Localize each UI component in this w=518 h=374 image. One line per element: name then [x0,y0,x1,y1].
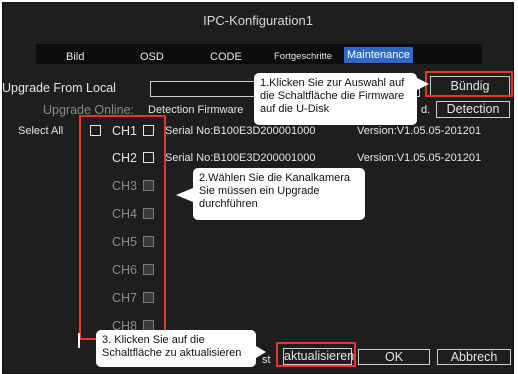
channel-checkbox-ch7[interactable] [143,292,154,303]
channel-label-ch5: CH5 [112,235,138,249]
channel-label-ch4: CH4 [112,207,138,221]
callout-step-2: 2.Wählen Sie die Kanalkamera Sie müssen … [193,168,365,220]
browse-button[interactable]: Bündig [430,76,510,97]
tab-fortgeschritte[interactable]: Fortgeschritte [274,49,332,65]
cancel-button[interactable]: Abbrech [437,349,511,365]
channel-serial-ch2: Serial No:B100E3D200001000 [165,152,316,164]
callout-step-3: 3. Klicken Sie auf die Schaltfläche zu a… [96,330,256,367]
tab-code[interactable]: CODE [210,49,242,65]
update-button[interactable]: aktualisieren [283,348,354,365]
channel-label-ch1: CH1 [112,124,138,138]
tab-bar [36,44,482,64]
callout-step-1: 1.Klicken Sie zur Auswahl auf die Schalt… [254,73,417,125]
select-all-checkbox[interactable] [90,125,101,136]
tab-osd[interactable]: OSD [140,49,164,65]
channel-label-ch7: CH7 [112,291,138,305]
detection-suffix-text: d. [421,104,431,116]
channel-checkbox-ch6[interactable] [143,264,154,275]
detection-firmware-text: Detection Firmware [148,104,244,116]
channel-label-ch6: CH6 [112,263,138,277]
tab-bild[interactable]: Bild [66,49,84,65]
upgrade-local-label: Upgrade From Local [2,81,116,95]
channel-checkbox-ch3[interactable] [143,180,154,191]
channel-checkbox-ch1[interactable] [143,125,154,136]
channel-label-ch3: CH3 [112,179,138,193]
callout-step-3-arrow [256,346,266,358]
callout-step-2-arrow [176,188,193,202]
tab-maintenance[interactable]: Maintenance [344,47,413,63]
channel-checkbox-ch4[interactable] [143,208,154,219]
channel-label-ch2: CH2 [112,151,138,165]
detection-button[interactable]: Detection [436,101,510,118]
channel-version-ch2: Version:V1.05.05-201201 [357,152,482,164]
channel-checkbox-ch5[interactable] [143,236,154,247]
channel-checkbox-ch2[interactable] [143,152,154,163]
select-all-label: Select All [18,125,64,137]
callout-step-1-arrow [417,78,429,90]
callout-step-3-connector [78,333,80,348]
channel-version-ch1: Version:V1.05.05-201201 [357,125,482,137]
window-title: IPC-Konfiguration1 [203,13,313,28]
channel-serial-ch1: Serial No:B100E3D200001000 [165,125,316,137]
upgrade-online-label: Upgrade Online: [43,103,135,117]
ok-button[interactable]: OK [358,349,430,365]
